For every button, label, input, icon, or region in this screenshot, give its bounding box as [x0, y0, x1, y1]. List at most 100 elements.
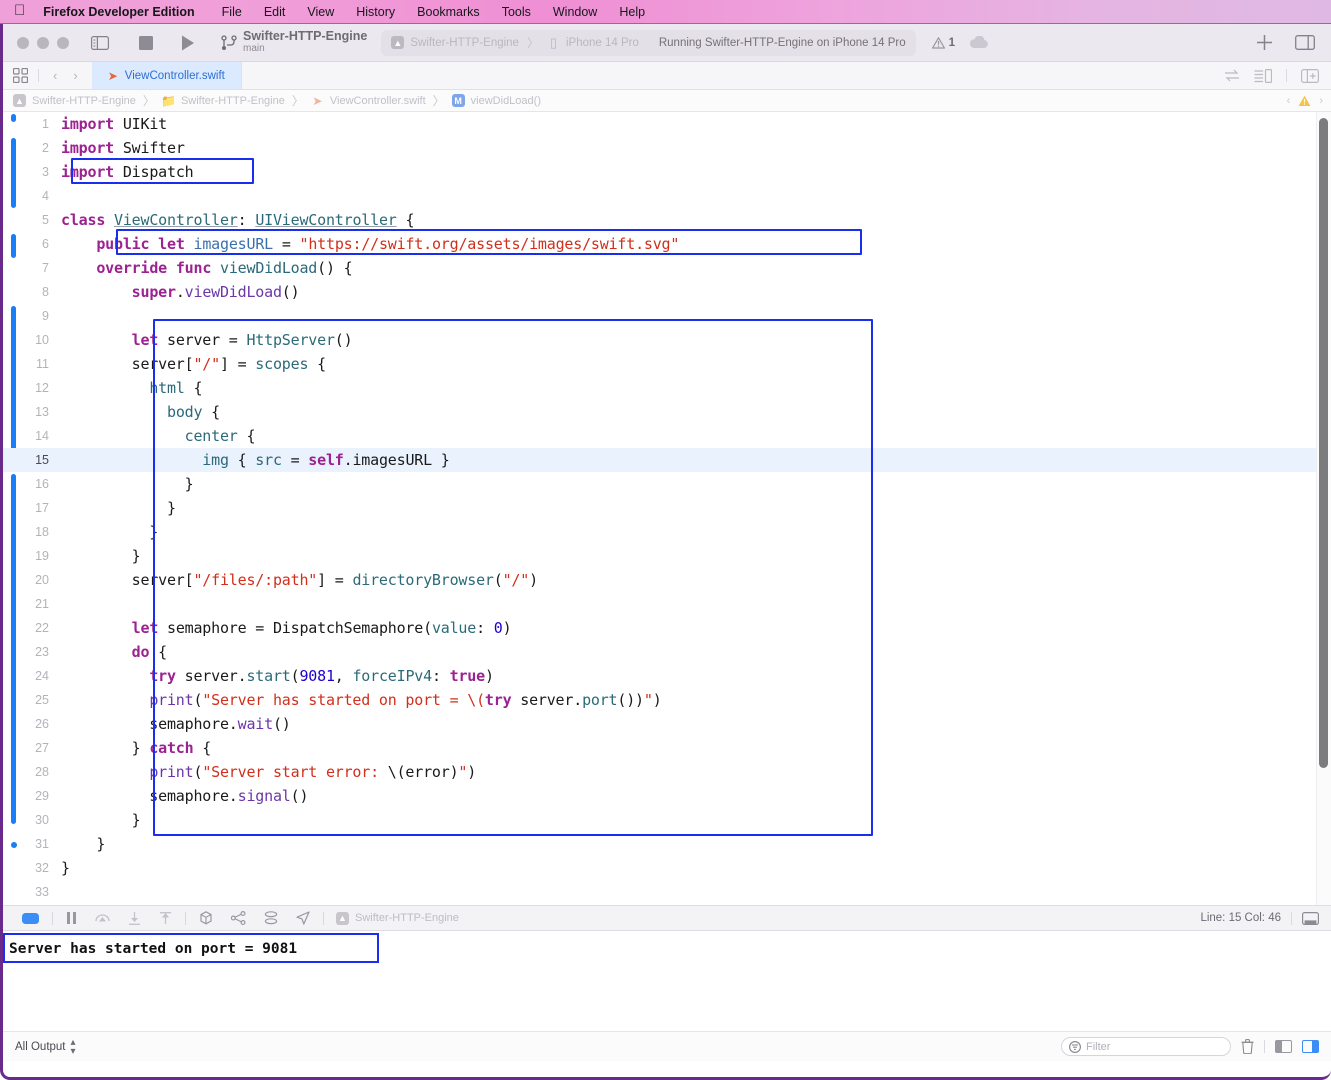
toggle-console-icon[interactable]	[1302, 911, 1319, 925]
code-line[interactable]: 1 import UIKit	[3, 112, 1331, 136]
menu-item-window[interactable]: Window	[542, 5, 608, 19]
breadcrumb-item-0[interactable]: Swifter-HTTP-Engine	[32, 95, 136, 107]
code-line[interactable]: 5 class ViewController: UIViewController …	[3, 208, 1331, 232]
minimize-button[interactable]	[37, 36, 49, 49]
code-line[interactable]: 2 import Swifter	[3, 136, 1331, 160]
menu-item-bookmarks[interactable]: Bookmarks	[406, 5, 491, 19]
code-line[interactable]: 33	[3, 880, 1331, 904]
window-traffic-lights[interactable]	[3, 36, 69, 49]
code-text[interactable]: import UIKit	[61, 115, 167, 133]
nav-forward-icon[interactable]: ›	[73, 68, 77, 83]
code-line[interactable]: 30 }	[3, 808, 1331, 832]
code-line[interactable]: 29 semaphore.signal()	[3, 784, 1331, 808]
code-line[interactable]: 7 override func viewDidLoad() {	[3, 256, 1331, 280]
menu-item-view[interactable]: View	[296, 5, 345, 19]
view-hierarchy-icon[interactable]	[190, 911, 222, 925]
code-line[interactable]: 18 }	[3, 520, 1331, 544]
code-text[interactable]: } catch {	[61, 739, 212, 757]
code-text[interactable]: body {	[61, 403, 220, 421]
code-line[interactable]: 11 server["/"] = scopes {	[3, 352, 1331, 376]
menu-item-help[interactable]: Help	[608, 5, 656, 19]
editor-nav-arrows[interactable]: ‹ ›	[39, 62, 92, 89]
code-text[interactable]: }	[61, 811, 141, 829]
step-out-icon[interactable]	[150, 911, 181, 925]
code-line[interactable]: 16 }	[3, 472, 1331, 496]
minimap-icon[interactable]	[1254, 68, 1272, 83]
editor-scrollbar-track[interactable]	[1316, 112, 1331, 905]
menu-app-name[interactable]: Firefox Developer Edition	[43, 5, 210, 19]
close-button[interactable]	[17, 36, 29, 49]
code-line[interactable]: 22 let semaphore = DispatchSemaphore(val…	[3, 616, 1331, 640]
breadcrumb-item-3[interactable]: viewDidLoad()	[471, 95, 541, 107]
git-branch-icon[interactable]	[221, 34, 237, 51]
code-line[interactable]: 25 print("Server has started on port = \…	[3, 688, 1331, 712]
show-console-view-button[interactable]	[1302, 1040, 1319, 1053]
code-line[interactable]: 31 }	[3, 832, 1331, 856]
code-line[interactable]: 32}	[3, 856, 1331, 880]
step-into-icon[interactable]	[119, 911, 150, 925]
code-text[interactable]: do {	[61, 643, 168, 661]
code-text[interactable]: super.viewDidLoad()	[61, 283, 300, 301]
code-text[interactable]: class ViewController: UIViewController {	[61, 211, 414, 229]
code-text[interactable]: html {	[61, 379, 202, 397]
code-text[interactable]: }	[61, 523, 158, 541]
warning-indicator[interactable]: 1	[931, 37, 955, 49]
activity-view[interactable]: ▲ Swifter-HTTP-Engine 〉 ▯ iPhone 14 Pro …	[381, 29, 916, 56]
code-text[interactable]: }	[61, 499, 176, 517]
code-text[interactable]: public let imagesURL = "https://swift.or…	[61, 235, 679, 253]
apple-logo-icon[interactable]: 	[14, 3, 25, 18]
code-text[interactable]: try server.start(9081, forceIPv4: true)	[61, 667, 494, 685]
next-issue-icon[interactable]: ›	[1319, 95, 1323, 107]
pause-button[interactable]	[57, 912, 86, 924]
cloud-icon[interactable]	[969, 36, 989, 49]
code-text[interactable]: let semaphore = DispatchSemaphore(value:…	[61, 619, 512, 637]
code-line[interactable]: 28 print("Server start error: \(error)")	[3, 760, 1331, 784]
code-text[interactable]: let server = HttpServer()	[61, 331, 353, 349]
code-line[interactable]: 6 public let imagesURL = "https://swift.…	[3, 232, 1331, 256]
toggle-navigator-icon[interactable]	[91, 35, 109, 50]
code-line[interactable]: 12 html {	[3, 376, 1331, 400]
code-line[interactable]: 27 } catch {	[3, 736, 1331, 760]
add-assistant-editor-icon[interactable]	[1301, 68, 1319, 83]
code-text[interactable]: semaphore.wait()	[61, 715, 291, 733]
toggle-debug-area-icon[interactable]	[13, 912, 48, 924]
code-text[interactable]: override func viewDidLoad() {	[61, 259, 352, 277]
code-line[interactable]: 24 try server.start(9081, forceIPv4: tru…	[3, 664, 1331, 688]
simulate-location-icon[interactable]	[287, 911, 319, 925]
add-editor-button[interactable]	[1256, 34, 1273, 51]
console-filter-input[interactable]: Filter	[1061, 1037, 1231, 1056]
scheme-selector[interactable]: Swifter-HTTP-Engine main	[243, 30, 367, 54]
code-text[interactable]: import Dispatch	[61, 163, 194, 181]
code-line[interactable]: 4	[3, 184, 1331, 208]
code-line[interactable]: 26 semaphore.wait()	[3, 712, 1331, 736]
code-line[interactable]: 20 server["/files/:path"] = directoryBro…	[3, 568, 1331, 592]
code-text[interactable]: }	[61, 835, 105, 853]
code-line[interactable]: 3 import Dispatch	[3, 160, 1331, 184]
zoom-button[interactable]	[57, 36, 69, 49]
tab-viewcontroller-swift[interactable]: ➤ ViewController.swift	[91, 62, 242, 89]
code-line[interactable]: 21	[3, 592, 1331, 616]
breadcrumb-item-2[interactable]: ViewController.swift	[330, 95, 426, 107]
code-text[interactable]: }	[61, 859, 70, 877]
code-line[interactable]: 13 body {	[3, 400, 1331, 424]
breadcrumb-item-1[interactable]: Swifter-HTTP-Engine	[181, 95, 285, 107]
code-text[interactable]: semaphore.signal()	[61, 787, 308, 805]
show-variables-view-button[interactable]	[1275, 1040, 1292, 1053]
nav-back-icon[interactable]: ‹	[53, 68, 57, 83]
tab-grid-icon[interactable]	[3, 62, 38, 89]
menu-item-history[interactable]: History	[345, 5, 406, 19]
code-line[interactable]: 19 }	[3, 544, 1331, 568]
code-line[interactable]: 23 do {	[3, 640, 1331, 664]
environment-overrides-icon[interactable]	[255, 911, 287, 925]
code-text[interactable]: print("Server has started on port = \(tr…	[61, 691, 661, 709]
stop-button[interactable]	[139, 35, 153, 50]
code-line[interactable]: 15 img { src = self.imagesURL }	[3, 448, 1331, 472]
code-text[interactable]: img { src = self.imagesURL }	[61, 451, 450, 469]
code-line[interactable]: 14 center {	[3, 424, 1331, 448]
code-line[interactable]: 10 let server = HttpServer()	[3, 328, 1331, 352]
code-text[interactable]: server["/files/:path"] = directoryBrowse…	[61, 571, 538, 589]
run-button[interactable]	[181, 35, 195, 51]
code-line[interactable]: 17 }	[3, 496, 1331, 520]
code-text[interactable]: }	[61, 547, 141, 565]
code-text[interactable]: print("Server start error: \(error)")	[61, 763, 476, 781]
